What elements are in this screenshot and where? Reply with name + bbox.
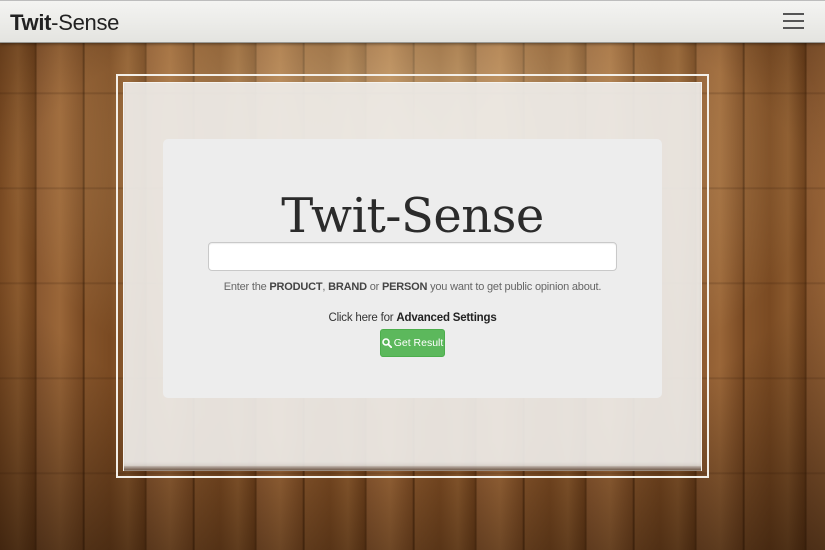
get-result-label: Get Result	[393, 337, 444, 349]
menu-bar-1	[783, 13, 804, 15]
search-icon	[381, 338, 392, 349]
advanced-settings-line: Click here for Advanced Settings	[163, 312, 662, 324]
hint-prefix: Enter the	[223, 281, 270, 293]
brand-bold: Twit	[10, 10, 52, 35]
hamburger-menu-icon[interactable]	[783, 13, 804, 31]
get-result-button[interactable]: Get Result	[380, 329, 445, 357]
menu-bar-2	[783, 20, 804, 22]
advanced-prefix: Click here for	[328, 312, 397, 324]
hint-suffix: you want to get public opinion about.	[427, 281, 602, 293]
advanced-settings-link[interactable]: Advanced Settings	[396, 312, 496, 324]
search-card: Twit-Sense Enter the PRODUCT, BRAND or P…	[163, 139, 662, 398]
brand-logo[interactable]: Twit-Sense	[10, 9, 119, 37]
hint-product: PRODUCT	[269, 281, 323, 293]
search-hint: Enter the PRODUCT, BRAND or PERSON you w…	[163, 281, 662, 293]
page-title: Twit-Sense	[281, 188, 544, 244]
hint-person: PERSON	[381, 281, 428, 293]
search-input[interactable]	[208, 242, 617, 271]
menu-bar-3	[783, 27, 804, 29]
hint-brand: BRAND	[328, 281, 367, 293]
brand-rest: -Sense	[51, 10, 120, 35]
navbar: Twit-Sense	[0, 0, 825, 43]
hint-sep2: or	[366, 281, 382, 293]
